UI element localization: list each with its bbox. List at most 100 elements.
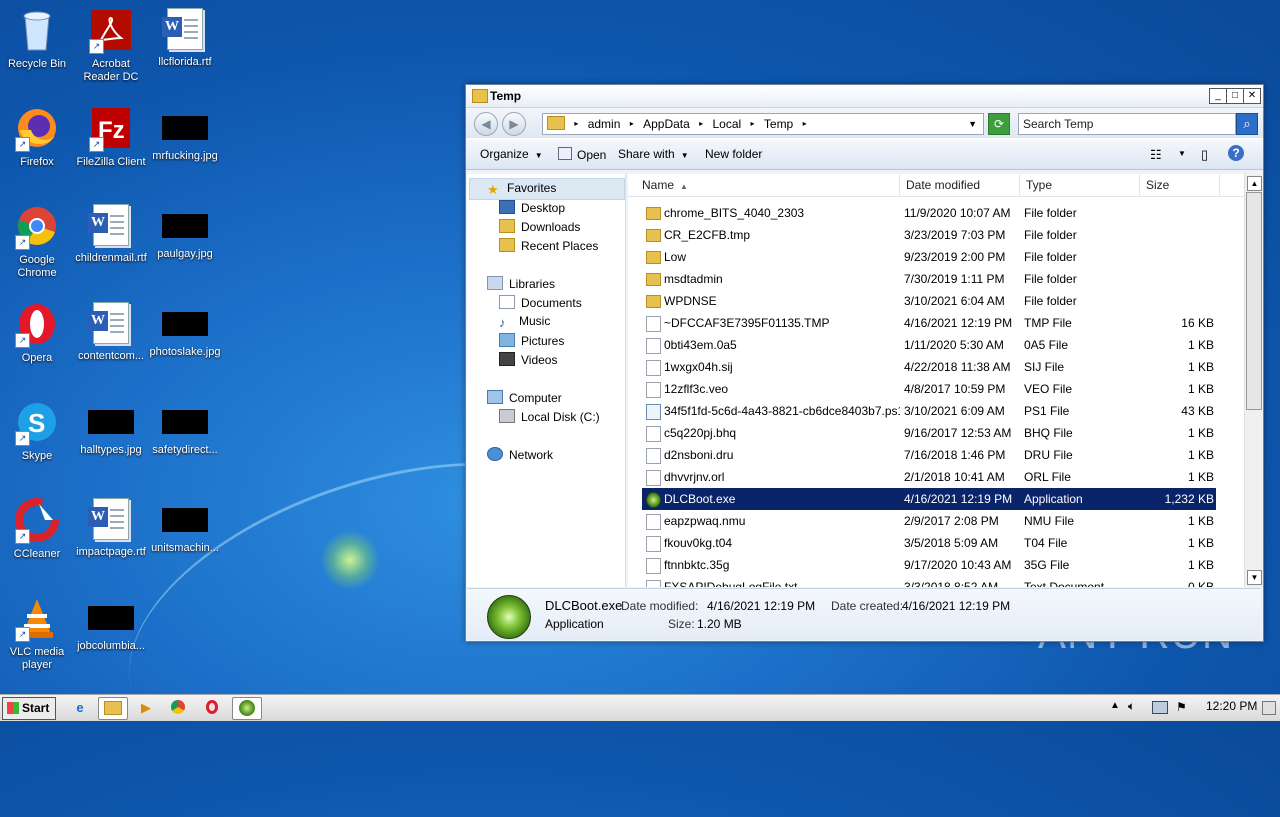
dlcboot-taskbar-button[interactable] <box>232 697 262 720</box>
nav-computer[interactable]: Computer <box>487 390 562 405</box>
chevron-down-icon[interactable]: ▼ <box>968 114 977 134</box>
nav-downloads[interactable]: Downloads <box>499 219 580 234</box>
file-row[interactable]: 1wxgx04h.sij 4/22/2018 11:38 AM SIJ File 1 … <box>628 356 1244 378</box>
nav-local-disk[interactable]: Local Disk (C:) <box>499 409 600 424</box>
nav-pictures[interactable]: Pictures <box>499 333 564 348</box>
file-row[interactable]: Low 9/23/2019 2:00 PM File folder <box>628 246 1244 268</box>
desktop-icon-filezilla[interactable]: Fz ↗ FileZilla Client <box>74 106 148 169</box>
file-row[interactable]: c5q220pj.bhq 9/16/2017 12:53 AM BHQ File 1 … <box>628 422 1244 444</box>
minimize-button[interactable]: _ <box>1209 88 1227 104</box>
desktop-icon-recycle-bin[interactable]: Recycle Bin <box>0 8 74 71</box>
back-button[interactable]: ◀ <box>474 112 498 136</box>
nav-libraries[interactable]: Libraries <box>487 276 555 291</box>
breadcrumb-temp[interactable]: Temp <box>764 114 793 134</box>
media-player-icon[interactable]: ▶ <box>132 697 160 718</box>
explorer-taskbar-button[interactable] <box>98 697 128 720</box>
chevron-down-icon[interactable]: ▼ <box>1178 149 1186 158</box>
file-row[interactable]: FXSAPIDebugLogFile.txt 3/3/2018 8:52 AM Te… <box>628 576 1244 587</box>
open-button[interactable]: Open <box>558 147 606 162</box>
search-input[interactable]: Search Temp <box>1018 113 1236 135</box>
file-row[interactable]: 12zflf3c.veo 4/8/2017 10:59 PM VEO File 1 K… <box>628 378 1244 400</box>
nav-recent-places[interactable]: Recent Places <box>499 238 598 253</box>
scroll-thumb[interactable] <box>1246 192 1262 410</box>
nav-network[interactable]: Network <box>487 447 553 462</box>
refresh-button[interactable]: ⟳ <box>988 113 1010 135</box>
desktop-icon-acrobat[interactable]: ↗ Acrobat Reader DC <box>74 8 148 84</box>
file-date-modified: 1/11/2020 5:30 AM <box>904 338 1004 352</box>
desktop-icon-firefox[interactable]: ↗ Firefox <box>0 106 74 169</box>
file-row[interactable]: msdtadmin 7/30/2019 1:11 PM File folder <box>628 268 1244 290</box>
file-row[interactable]: WPDNSE 3/10/2021 6:04 AM File folder <box>628 290 1244 312</box>
nav-desktop[interactable]: Desktop <box>499 200 565 215</box>
clock[interactable]: 12:20 PM <box>1206 699 1257 713</box>
file-list[interactable]: Name ▲ Date modified Type Size chrome_BIT… <box>628 174 1244 587</box>
breadcrumb-local[interactable]: Local <box>713 114 742 134</box>
desktop-icon-unitsmachin[interactable]: unitsmachin... <box>148 498 222 555</box>
nav-music[interactable]: ♪ Music <box>499 314 550 329</box>
file-row[interactable]: ~DFCCAF3E7395F01135.TMP 4/16/2021 12:19 P… <box>628 312 1244 334</box>
new-folder-button[interactable]: New folder <box>705 147 762 161</box>
desktop-icon-ccleaner[interactable]: ↗ CCleaner <box>0 498 74 561</box>
file-row[interactable]: 34f5f1fd-5c6d-4a43-8821-cb6dce8403b7.ps1… <box>628 400 1244 422</box>
chrome-taskbar-icon[interactable] <box>164 697 192 718</box>
start-button[interactable]: Start <box>2 697 56 720</box>
column-date-modified[interactable]: Date modified <box>900 174 1020 196</box>
file-row[interactable]: ftnnbktc.35g 9/17/2020 10:43 AM 35G File 1 … <box>628 554 1244 576</box>
forward-button[interactable]: ▶ <box>502 112 526 136</box>
column-type[interactable]: Type <box>1020 174 1140 196</box>
desktop-icon-mrfucking[interactable]: mrfucking.jpg <box>148 106 222 163</box>
desktop-icon-impactpage[interactable]: W impactpage.rtf <box>74 498 148 559</box>
show-desktop-button[interactable] <box>1262 701 1276 715</box>
internet-explorer-icon[interactable]: e <box>66 697 94 718</box>
help-icon[interactable]: ? <box>1228 145 1244 161</box>
file-row[interactable]: fkouv0kg.t04 3/5/2018 5:09 AM T04 File 1 KB <box>628 532 1244 554</box>
column-name[interactable]: Name ▲ <box>636 174 900 196</box>
file-row-selected[interactable]: DLCBoot.exe 4/16/2021 12:19 PM Application… <box>642 488 1216 510</box>
vertical-scrollbar[interactable]: ▲ ▼ <box>1244 174 1262 587</box>
breadcrumb-appdata[interactable]: AppData <box>643 114 690 134</box>
file-date-modified: 4/8/2017 10:59 PM <box>904 382 1006 396</box>
action-center-flag-icon[interactable]: ⚑ <box>1176 700 1187 714</box>
desktop-icon-safetydirect[interactable]: safetydirect... <box>148 400 222 457</box>
title-bar[interactable]: Temp _ □ ✕ <box>466 85 1263 108</box>
preview-pane-icon[interactable]: ▯ <box>1201 147 1208 163</box>
column-size[interactable]: Size <box>1140 174 1220 196</box>
opera-taskbar-icon[interactable] <box>198 697 226 718</box>
desktop-icon-vlc[interactable]: ↗ VLC media player <box>0 596 74 672</box>
speaker-icon[interactable]: 🔈︎ <box>1128 699 1135 714</box>
explorer-window[interactable]: Temp _ □ ✕ ◀ ▶ ▸ admin ▸ AppData ▸ Local… <box>465 84 1264 642</box>
desktop-icon-llcflorida[interactable]: W llcflorida.rtf <box>148 8 222 69</box>
desktop-icon-chrome[interactable]: ↗ Google Chrome <box>0 204 74 280</box>
breadcrumb-admin[interactable]: admin <box>588 114 621 134</box>
desktop-icon-childrenmail[interactable]: W childrenmail.rtf <box>74 204 148 265</box>
file-row[interactable]: 0bti43em.0a5 1/11/2020 5:30 AM 0A5 File 1 K… <box>628 334 1244 356</box>
nav-favorites[interactable]: ★ Favorites <box>487 181 556 196</box>
desktop-icon-opera[interactable]: ↗ Opera <box>0 302 74 365</box>
scroll-down-arrow[interactable]: ▼ <box>1247 570 1262 585</box>
file-row[interactable]: chrome_BITS_4040_2303 11/9/2020 10:07 AM F… <box>628 202 1244 224</box>
close-button[interactable]: ✕ <box>1243 88 1261 104</box>
desktop-icon-photoslake[interactable]: photoslake.jpg <box>148 302 222 359</box>
nav-documents[interactable]: Documents <box>499 295 582 310</box>
desktop-icon-contentcom[interactable]: W contentcom... <box>74 302 148 363</box>
nav-videos[interactable]: Videos <box>499 352 557 367</box>
desktop-icon-skype[interactable]: S ↗ Skype <box>0 400 74 463</box>
file-row[interactable]: dhvvrjnv.orl 2/1/2018 10:41 AM ORL File 1 K… <box>628 466 1244 488</box>
organize-button[interactable]: Organize ▼ <box>480 147 543 161</box>
view-options-icon[interactable]: ☷ <box>1150 147 1162 163</box>
scroll-up-arrow[interactable]: ▲ <box>1247 176 1262 191</box>
file-row[interactable]: CR_E2CFB.tmp 3/23/2019 7:03 PM File folder <box>628 224 1244 246</box>
desktop-icon-paulgay[interactable]: paulgay.jpg <box>148 204 222 261</box>
file-row[interactable]: d2nsboni.dru 7/16/2018 1:46 PM DRU File 1 K… <box>628 444 1244 466</box>
search-icon[interactable]: ⌕ <box>1236 113 1258 135</box>
maximize-button[interactable]: □ <box>1226 88 1244 104</box>
file-date-modified: 7/30/2019 1:11 PM <box>904 272 1005 286</box>
breadcrumb[interactable]: ▸ admin ▸ AppData ▸ Local ▸ Temp ▸ ▼ <box>542 113 984 135</box>
chevron-up-icon[interactable]: ▲ <box>1110 700 1120 711</box>
desktop-icon-jobcolumbia[interactable]: jobcolumbia... <box>74 596 148 653</box>
share-with-button[interactable]: Share with ▼ <box>618 147 689 161</box>
file-row[interactable]: eapzpwaq.nmu 2/9/2017 2:08 PM NMU File 1 KB <box>628 510 1244 532</box>
powershell-file-icon <box>646 404 661 420</box>
network-tray-icon[interactable] <box>1152 701 1168 714</box>
desktop-icon-halltypes[interactable]: halltypes.jpg <box>74 400 148 457</box>
